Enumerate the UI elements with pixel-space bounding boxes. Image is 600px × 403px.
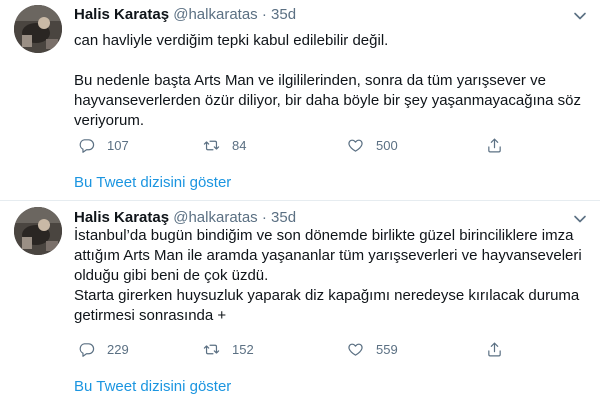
avatar[interactable] <box>14 207 62 255</box>
separator-dot: · <box>261 6 267 23</box>
tweet-text-line: olduğu gibi beni de çok üzdü. <box>74 267 269 284</box>
tweet-header: Halis Karataş @halkaratas · 35d <box>74 208 560 228</box>
author-name[interactable]: Halis Karataş <box>74 209 169 226</box>
tweet[interactable]: Halis Karataş @halkaratas · 35d İstanbul… <box>0 201 600 403</box>
like-count: 559 <box>376 341 398 357</box>
reply-button[interactable]: 107 <box>78 135 129 155</box>
reply-icon <box>79 342 95 357</box>
share-icon <box>488 342 501 356</box>
tweet-time[interactable]: 35d <box>271 209 296 226</box>
show-thread-link[interactable]: Bu Tweet dizisini göster <box>74 173 231 193</box>
avatar[interactable] <box>14 5 62 53</box>
share-button[interactable] <box>486 339 515 359</box>
share-icon <box>488 138 501 152</box>
like-button[interactable]: 559 <box>347 339 398 359</box>
tweet-time[interactable]: 35d <box>271 6 296 23</box>
heart-icon <box>348 343 363 356</box>
reply-button[interactable]: 229 <box>78 339 129 359</box>
chevron-down-icon[interactable] <box>572 8 588 24</box>
author-handle[interactable]: @halkaratas <box>173 209 257 226</box>
reply-count: 229 <box>107 341 129 357</box>
retweet-count: 84 <box>232 137 247 153</box>
tweet-text-line: can havliyle verdiğim tepki kabul edileb… <box>74 32 389 49</box>
like-count: 500 <box>376 137 398 153</box>
tweet-header: Halis Karataş @halkaratas · 35d <box>74 5 560 25</box>
tweet-text: can havliyle verdiğim tepki kabul edileb… <box>74 31 586 131</box>
retweet-icon <box>203 140 220 150</box>
show-thread-link[interactable]: Bu Tweet dizisini göster <box>74 377 231 397</box>
author-handle[interactable]: @halkaratas <box>173 6 257 23</box>
tweet-text: İstanbul’da bugün bindiğim ve son dönemd… <box>74 226 586 326</box>
retweet-button[interactable]: 152 <box>203 339 254 359</box>
tweet[interactable]: Halis Karataş @halkaratas · 35d can havl… <box>0 0 600 201</box>
tweet-text-line: getirmesi sonrasında + <box>74 307 227 324</box>
author-name[interactable]: Halis Karataş <box>74 6 169 23</box>
separator-dot: · <box>261 209 267 226</box>
retweet-icon <box>203 344 220 354</box>
heart-icon <box>348 139 363 152</box>
tweet-text-line: hayvanseverlerden özür diliyor, bir daha… <box>74 92 581 109</box>
chevron-down-icon[interactable] <box>572 211 588 227</box>
like-button[interactable]: 500 <box>347 135 398 155</box>
tweet-text-line: attığım Arts Man ile aramda yaşananlar t… <box>74 247 582 264</box>
retweet-button[interactable]: 84 <box>203 135 246 155</box>
tweet-actions: 107 84 500 <box>74 135 554 155</box>
share-button[interactable] <box>486 135 515 155</box>
reply-count: 107 <box>107 137 129 153</box>
tweet-actions: 229 152 559 <box>74 339 554 359</box>
reply-icon <box>79 138 95 153</box>
retweet-count: 152 <box>232 341 254 357</box>
tweet-text-line: veriyorum. <box>74 112 145 129</box>
tweet-text-line: Starta girerken huysuzluk yaparak diz ka… <box>74 287 580 304</box>
tweet-text-line: Bu nedenle başta Arts Man ve ilgililerin… <box>74 72 546 89</box>
tweet-text-line: İstanbul’da bugün bindiğim ve son dönemd… <box>74 227 574 244</box>
